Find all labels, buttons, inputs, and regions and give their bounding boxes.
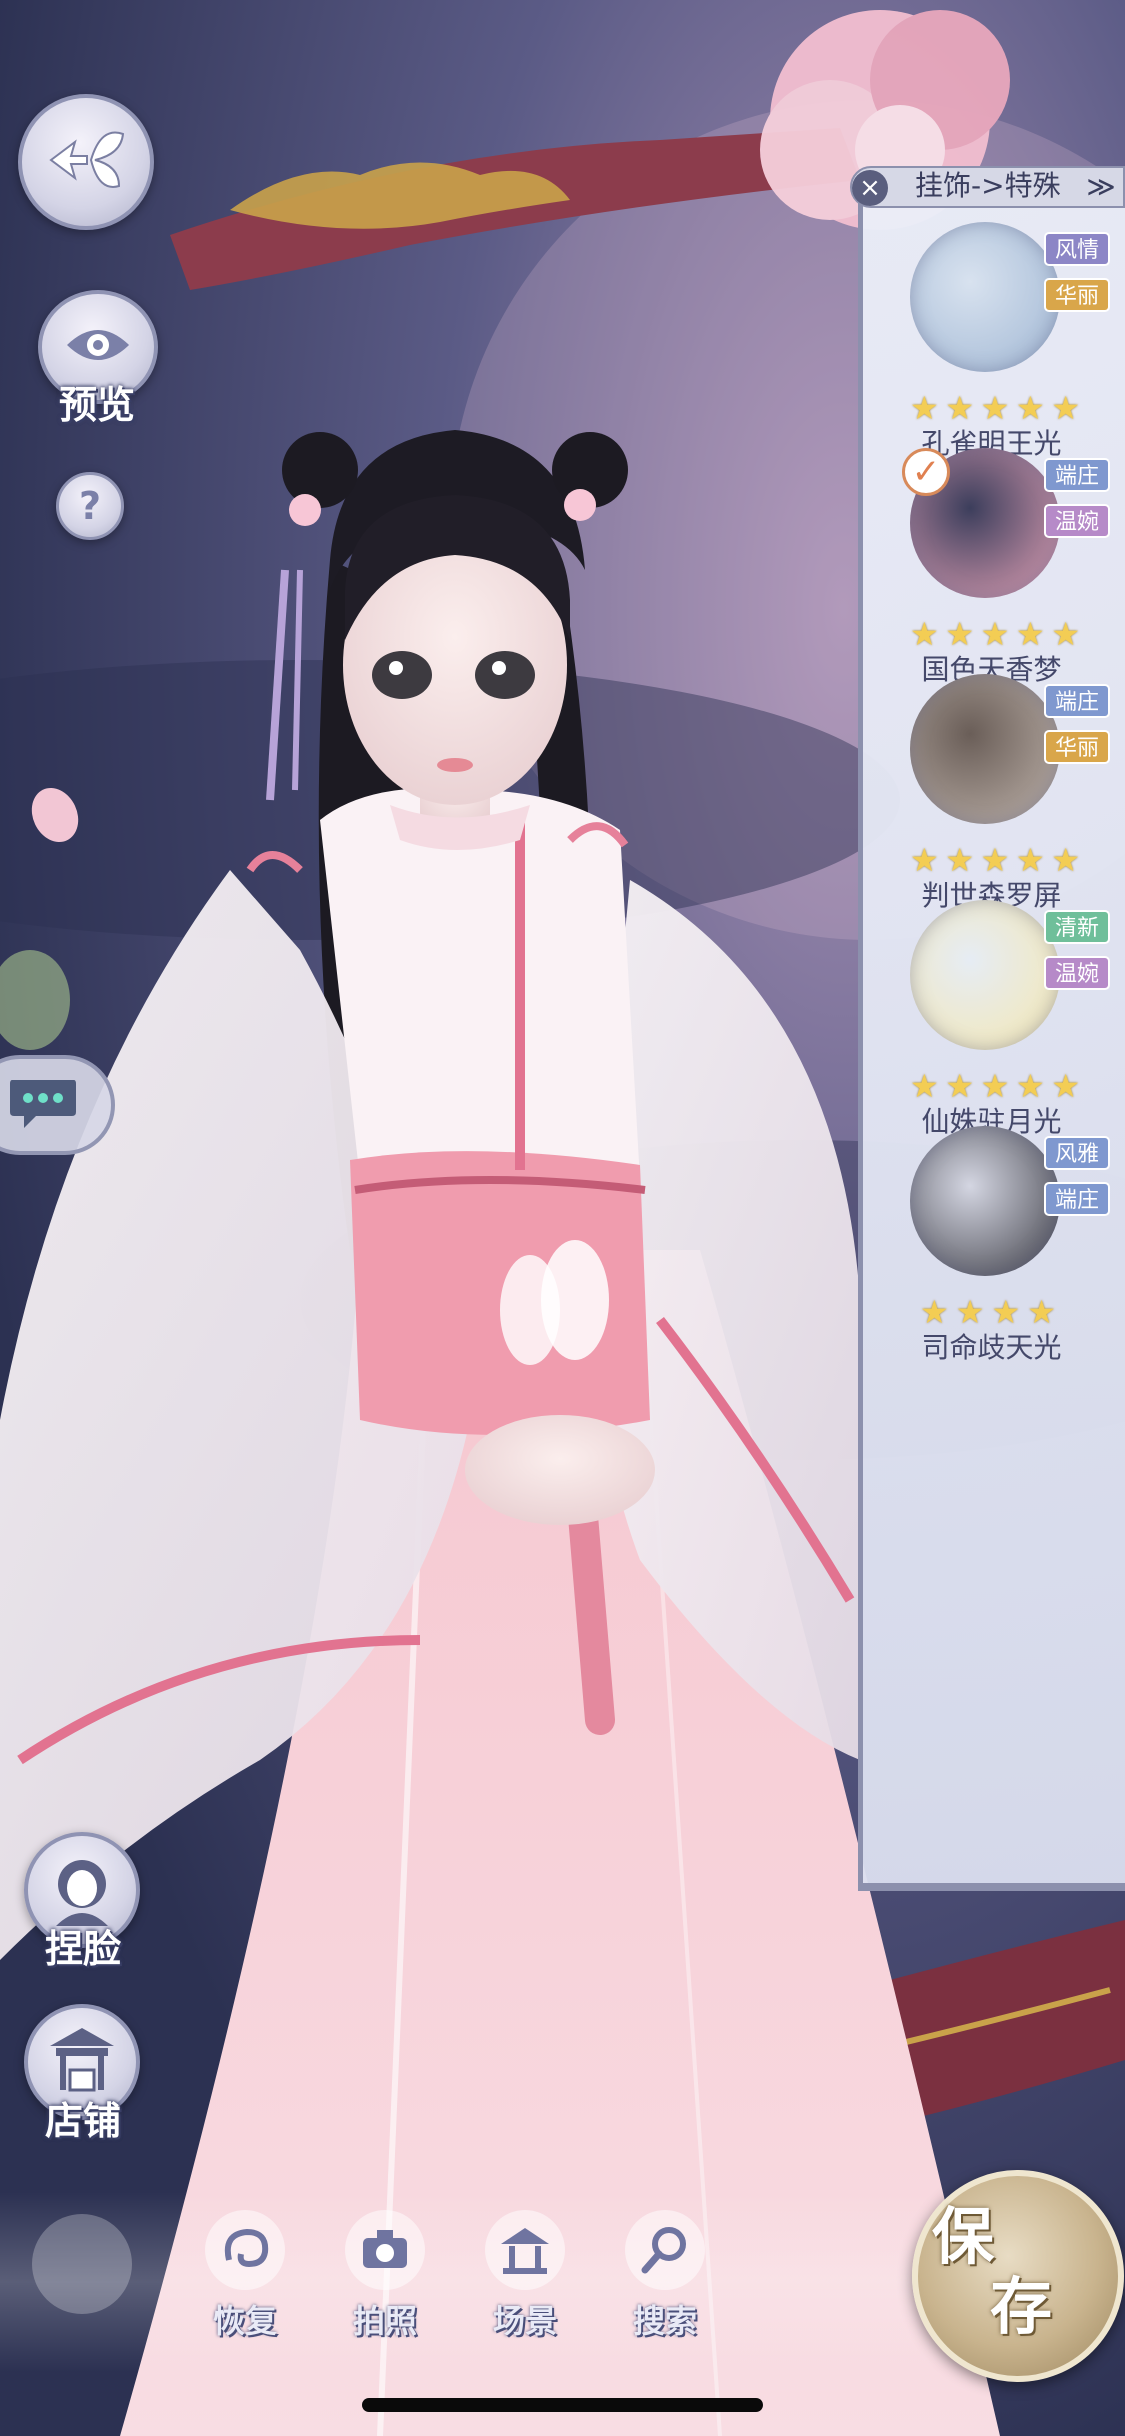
star-icon: ★ bbox=[1051, 841, 1080, 879]
panel-collapse-button[interactable]: ≫ bbox=[1082, 170, 1120, 204]
home-indicator[interactable] bbox=[362, 2398, 763, 2412]
star-icon: ★ bbox=[945, 841, 975, 879]
star-icon: ★ bbox=[1015, 615, 1045, 653]
style-tag: 华丽 bbox=[1044, 730, 1110, 764]
scene-button[interactable]: 场景 bbox=[470, 2210, 580, 2350]
chevron-double-right-icon: ≫ bbox=[1086, 170, 1116, 203]
star-icon: ★ bbox=[920, 1293, 949, 1331]
accessory-item[interactable]: 端庄 华丽 ★ ★ ★ ★ ★ 判世森罗屏 bbox=[858, 664, 1125, 912]
style-tag: 端庄 bbox=[1044, 1182, 1110, 1216]
style-tag: 端庄 bbox=[1044, 684, 1110, 718]
photo-label: 拍照 bbox=[352, 2302, 417, 2340]
toolbar-left-orb[interactable] bbox=[32, 2214, 132, 2314]
star-icon: ★ bbox=[1027, 1293, 1056, 1331]
accessory-item[interactable]: ✓ 端庄 温婉 ★ ★ ★ ★ ★ 国色天香梦 bbox=[858, 438, 1125, 686]
help-button[interactable]: ? bbox=[56, 472, 124, 540]
style-tag: 风雅 bbox=[1044, 1136, 1110, 1170]
style-tag: 端庄 bbox=[1044, 458, 1110, 492]
star-icon: ★ bbox=[955, 1293, 985, 1331]
star-icon: ★ bbox=[991, 1293, 1021, 1331]
style-tag: 温婉 bbox=[1044, 956, 1110, 990]
star-icon: ★ bbox=[910, 615, 939, 653]
accessory-thumbnail-icon bbox=[910, 900, 1060, 1050]
search-icon bbox=[625, 2210, 705, 2290]
style-tag: 风情 bbox=[1044, 232, 1110, 266]
star-icon: ★ bbox=[980, 841, 1010, 879]
panel-close-button[interactable]: × bbox=[852, 170, 888, 206]
panel-title: 挂饰->特殊 bbox=[915, 169, 1061, 202]
star-icon: ★ bbox=[945, 389, 975, 427]
star-icon: ★ bbox=[1051, 389, 1080, 427]
star-rating: ★ ★ ★ ★ ★ bbox=[910, 618, 1080, 650]
star-icon: ★ bbox=[910, 1067, 939, 1105]
restore-button[interactable]: 恢复 bbox=[190, 2210, 300, 2350]
star-icon: ★ bbox=[1015, 389, 1045, 427]
eye-icon bbox=[63, 320, 133, 374]
style-tag: 华丽 bbox=[1044, 278, 1110, 312]
preview-label: 预览 bbox=[58, 382, 135, 427]
face-edit-label: 捏脸 bbox=[44, 1926, 121, 1971]
shop-label: 店铺 bbox=[44, 2098, 121, 2143]
search-button[interactable]: 搜索 bbox=[610, 2210, 720, 2350]
save-label-char-1: 保 bbox=[932, 2200, 995, 2273]
star-icon: ★ bbox=[1051, 1067, 1080, 1105]
star-icon: ★ bbox=[980, 615, 1010, 653]
star-icon: ★ bbox=[945, 1067, 975, 1105]
star-icon: ★ bbox=[1015, 1067, 1045, 1105]
chat-button[interactable] bbox=[0, 1055, 115, 1155]
style-tag: 清新 bbox=[1044, 910, 1110, 944]
restore-swirl-icon bbox=[205, 2210, 285, 2290]
style-tag: 温婉 bbox=[1044, 504, 1110, 538]
close-icon: × bbox=[859, 173, 881, 203]
camera-icon bbox=[345, 2210, 425, 2290]
search-label: 搜索 bbox=[632, 2302, 697, 2340]
accessory-item[interactable]: 清新 温婉 ★ ★ ★ ★ ★ 仙姝驻月光 bbox=[858, 890, 1125, 1138]
butterfly-back-icon bbox=[41, 120, 131, 204]
star-icon: ★ bbox=[980, 389, 1010, 427]
accessory-item[interactable]: 风情 华丽 ★ ★ ★ ★ ★ 孔雀明王光 bbox=[858, 212, 1125, 460]
accessory-thumbnail-icon bbox=[910, 1126, 1060, 1276]
star-icon: ★ bbox=[1015, 841, 1045, 879]
star-icon: ★ bbox=[910, 389, 939, 427]
star-rating: ★ ★ ★ ★ ★ bbox=[910, 844, 1080, 876]
star-rating: ★ ★ ★ ★ ★ bbox=[910, 1070, 1080, 1102]
restore-label: 恢复 bbox=[212, 2302, 277, 2340]
help-icon: ? bbox=[78, 484, 102, 528]
star-rating: ★ ★ ★ ★ bbox=[920, 1296, 1056, 1328]
accessory-name: 司命歧天光 bbox=[921, 1331, 1062, 1364]
star-icon: ★ bbox=[980, 1067, 1010, 1105]
star-icon: ★ bbox=[910, 841, 939, 879]
save-label-char-2: 存 bbox=[990, 2270, 1053, 2343]
accessory-thumbnail-icon bbox=[910, 674, 1060, 824]
scene-label: 场景 bbox=[492, 2302, 557, 2340]
star-rating: ★ ★ ★ ★ ★ bbox=[910, 392, 1080, 424]
star-icon: ★ bbox=[945, 615, 975, 653]
accessory-thumbnail-icon bbox=[910, 222, 1060, 372]
star-icon: ★ bbox=[1051, 615, 1080, 653]
photo-button[interactable]: 拍照 bbox=[330, 2210, 440, 2350]
pavilion-icon bbox=[485, 2210, 565, 2290]
back-button[interactable] bbox=[18, 94, 154, 230]
chat-bubble-icon bbox=[6, 1076, 80, 1134]
selected-check-icon: ✓ bbox=[902, 448, 950, 496]
accessory-item[interactable]: 风雅 端庄 ★ ★ ★ ★ 司命歧天光 bbox=[858, 1116, 1125, 1364]
